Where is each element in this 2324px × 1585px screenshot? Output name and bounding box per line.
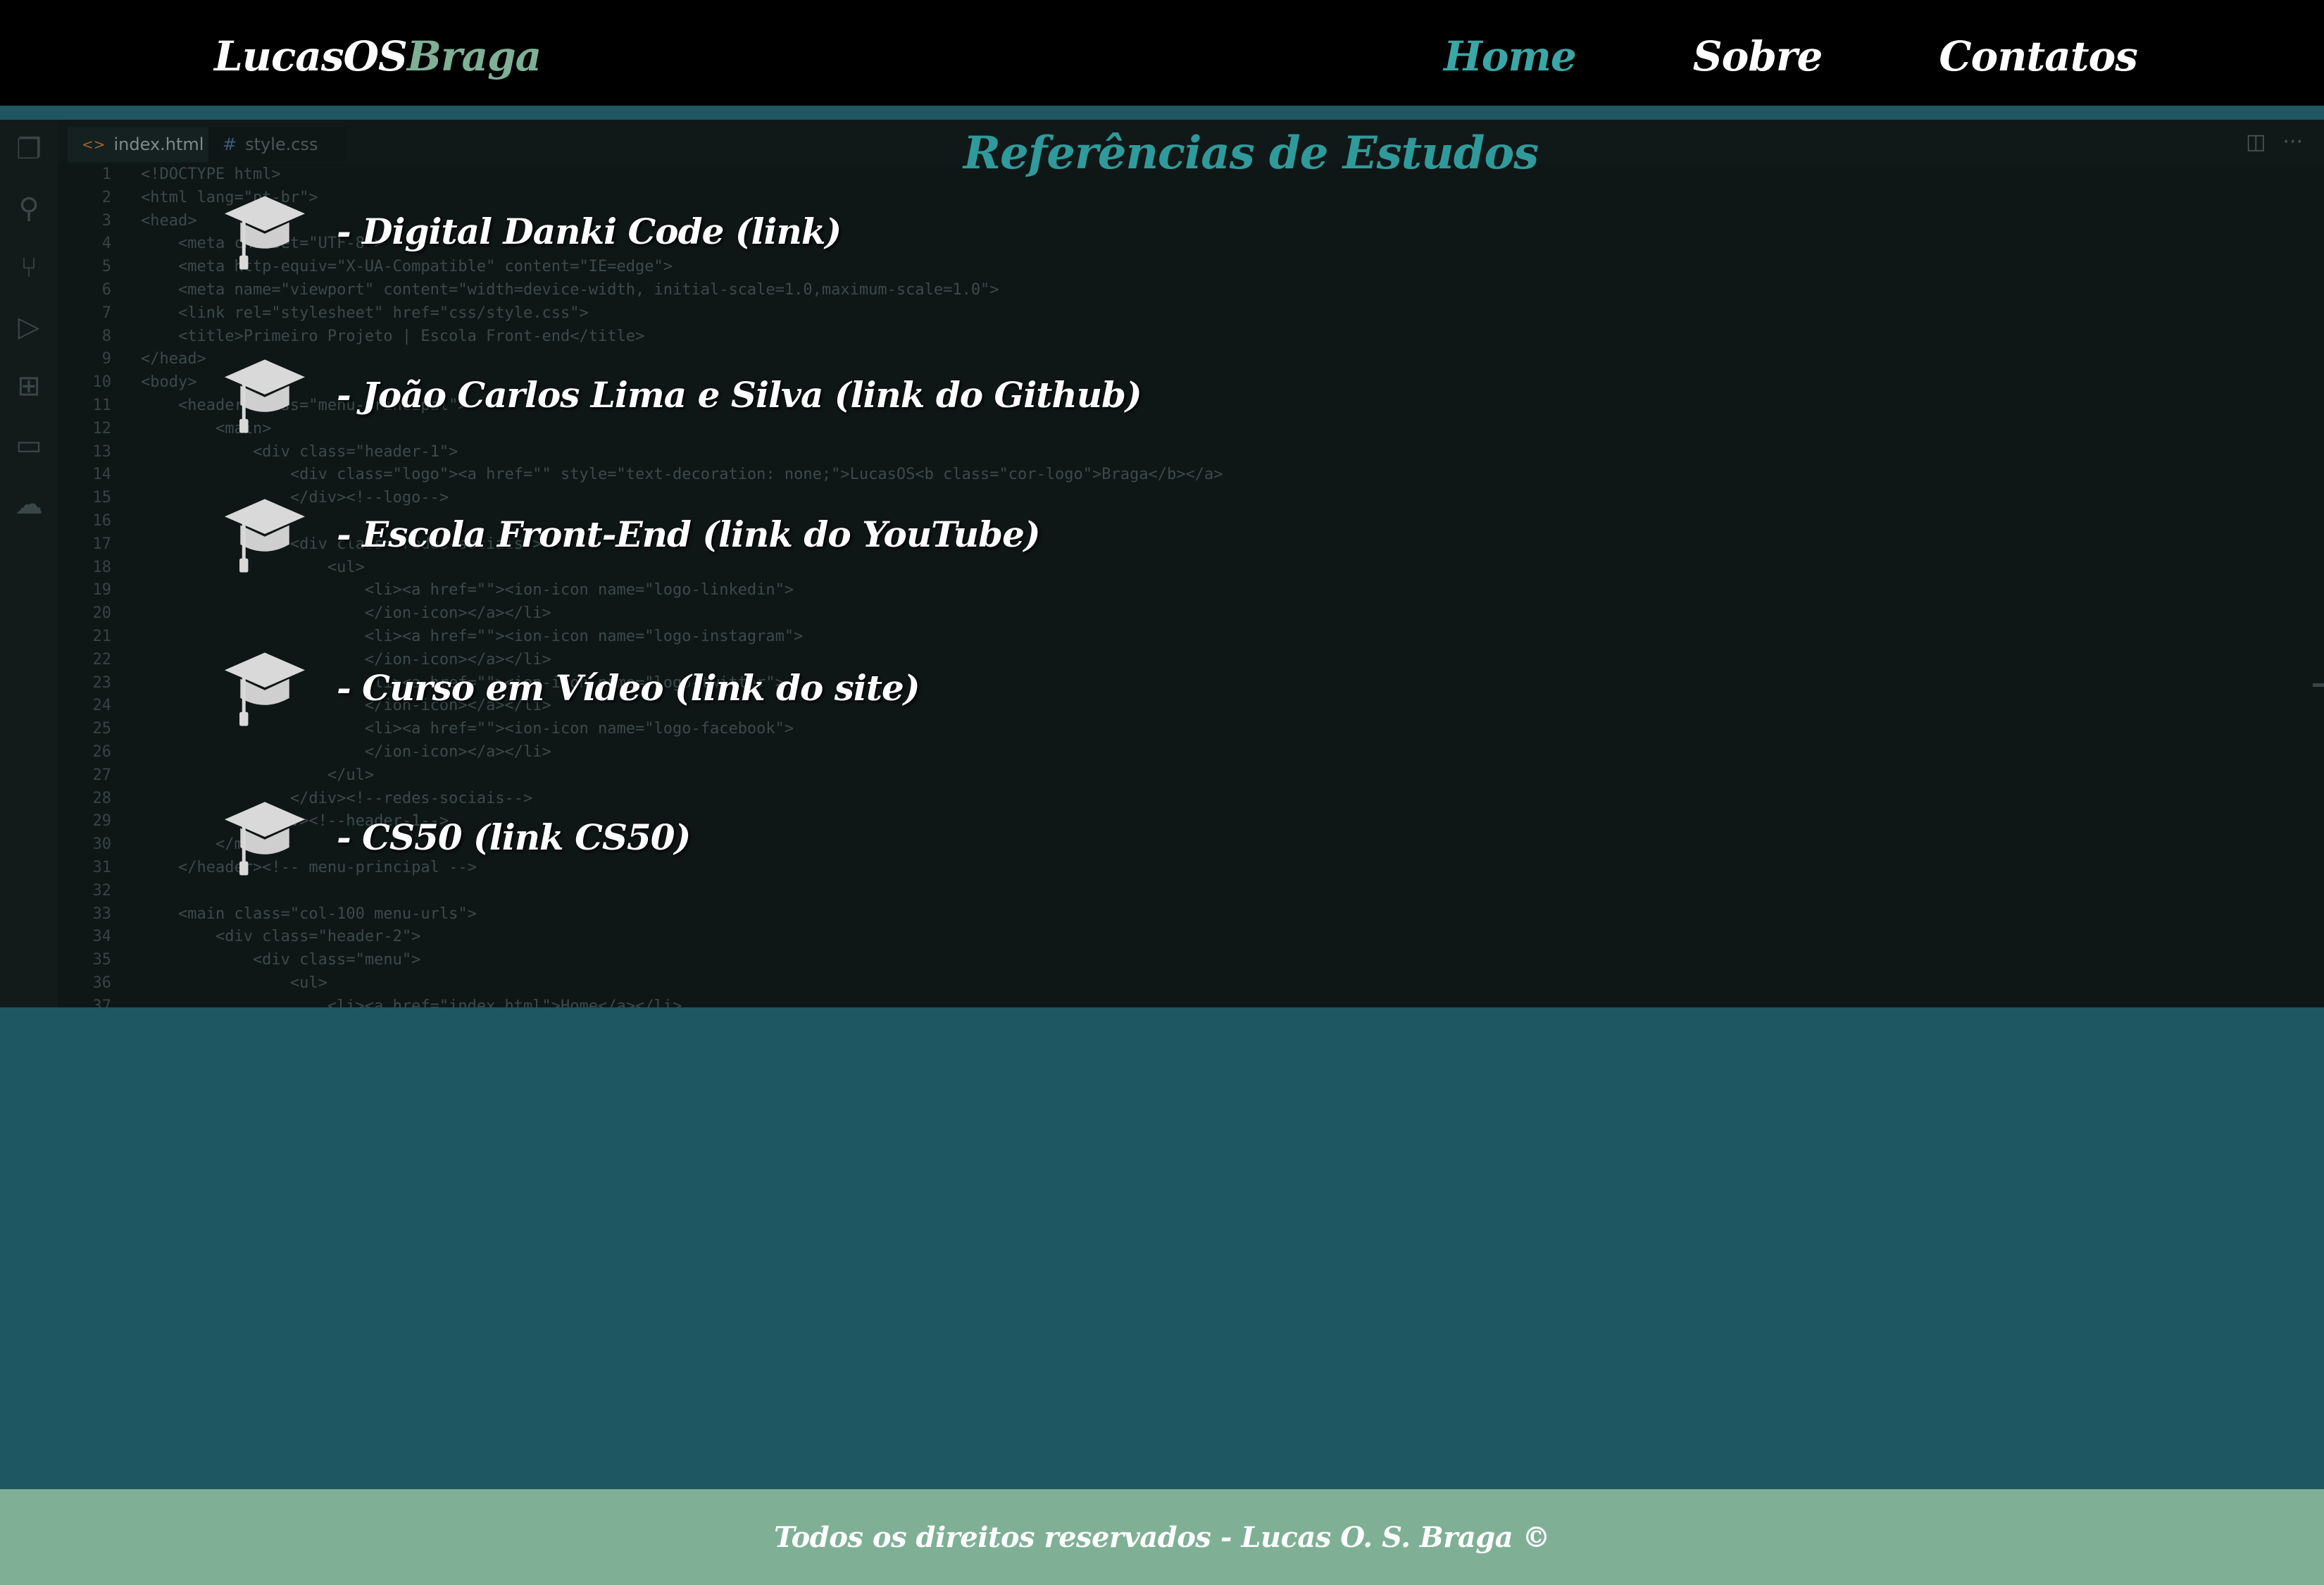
line-number: 36 <box>92 974 112 992</box>
line-number: 29 <box>92 812 112 831</box>
code-line: <ul> <box>141 974 327 992</box>
logo-accent-text: Braga <box>406 32 542 80</box>
source-control-icon: ⑂ <box>20 251 37 284</box>
line-number: 13 <box>92 442 112 461</box>
line-number: 14 <box>92 466 112 484</box>
line-number: 37 <box>92 997 112 1007</box>
line-number: 33 <box>92 905 112 923</box>
reference-link[interactable]: - João Carlos Lima e Silva (link do Gith… <box>337 374 1142 416</box>
line-number: 31 <box>92 858 112 876</box>
line-number: 5 <box>101 258 111 276</box>
line-number: 17 <box>92 535 112 553</box>
main-nav: Home Sobre Contatos <box>1444 32 2254 80</box>
reference-item: - João Carlos Lima e Silva (link do Gith… <box>221 351 1142 438</box>
references-title: Referências de Estudos <box>963 127 1539 180</box>
reference-item: - Curso em Vídeo (link do site) <box>221 644 920 731</box>
line-number: 10 <box>92 373 112 392</box>
line-number: 8 <box>101 327 111 345</box>
graduation-cap-icon <box>224 359 306 433</box>
editor-code-image: <!DOCTYPE html> <html lang="pt-br"> <head>… <box>141 163 2254 1007</box>
line-number: 16 <box>92 511 112 530</box>
line-number: 26 <box>92 742 112 761</box>
graduation-cap-icon <box>224 196 306 270</box>
line-number: 28 <box>92 789 112 807</box>
graduation-cap-icon <box>224 802 306 876</box>
line-number: 6 <box>101 280 111 299</box>
code-line: </ion-icon></a></li> <box>141 742 551 761</box>
line-number: 25 <box>92 720 112 738</box>
line-number: 2 <box>101 188 111 206</box>
code-line: <title>Primeiro Projeto | Escola Front-e… <box>141 327 645 345</box>
graduation-cap-icon <box>224 499 306 573</box>
nav-contatos-link[interactable]: Contatos <box>1939 32 2138 80</box>
code-line: </ion-icon></a></li> <box>141 604 551 623</box>
top-navbar: LucasOSBraga Home Sobre Contatos <box>0 0 2324 113</box>
search-icon: ⚲ <box>18 192 39 225</box>
line-number: 19 <box>92 581 112 599</box>
reference-link[interactable]: - Digital Danki Code (link) <box>337 211 842 252</box>
line-number: 24 <box>92 697 112 715</box>
code-line: <div class="logo"><a href="" style="text… <box>141 466 1223 484</box>
code-line: <div class="header-1"> <box>141 442 458 461</box>
reference-link[interactable]: - CS50 (link CS50) <box>337 816 691 858</box>
line-number: 34 <box>92 928 112 946</box>
nav-sobre-link[interactable]: Sobre <box>1693 32 1823 80</box>
editor-activity-bar-image: ❐ ⚲ ⑂ ▷ ⊞ ▭ ☁ <box>0 120 58 1007</box>
logo-main-text: LucasOS <box>214 32 408 80</box>
line-number: 20 <box>92 604 112 623</box>
line-number: 32 <box>92 881 112 900</box>
code-line: <meta name="viewport" content="width=dev… <box>141 280 999 299</box>
graduation-cap-icon <box>224 652 306 726</box>
line-number: 30 <box>92 835 112 854</box>
reference-item: - Escola Front-End (link do YouTube) <box>221 490 1041 578</box>
site-logo[interactable]: LucasOSBraga <box>214 32 542 80</box>
line-number: 9 <box>101 350 111 368</box>
nav-home-link[interactable]: Home <box>1444 32 1577 80</box>
reference-item: - CS50 (link CS50) <box>221 793 691 881</box>
code-line: <main class="col-100 menu-urls"> <box>141 905 477 923</box>
line-number: 22 <box>92 650 112 669</box>
reference-item: - Digital Danki Code (link) <box>221 187 842 275</box>
line-number: 15 <box>92 489 112 507</box>
line-number: 18 <box>92 558 112 576</box>
code-line: <div class="header-2"> <box>141 928 421 946</box>
editor-line-numbers: 1 2 3 4 5 6 7 8 9 10 11 12 13 14 15 16 17 18 19 20 21 22 23 24 2… <box>58 163 128 1007</box>
docker-icon: ☁ <box>15 488 43 521</box>
line-number: 12 <box>92 419 112 437</box>
hero-section: ❐ ⚲ ⑂ ▷ ⊞ ▭ ☁ <> index.html ✕ # style.cs… <box>0 120 2324 1007</box>
line-number: 3 <box>101 211 111 230</box>
site-footer: Todos os direitos reservados - Lucas O. … <box>0 1489 2324 1585</box>
line-number: 35 <box>92 951 112 969</box>
reference-link[interactable]: - Escola Front-End (link do YouTube) <box>337 514 1041 555</box>
line-number: 11 <box>92 396 112 414</box>
editor-scrollbar-mark <box>2313 683 2324 687</box>
extensions-icon: ⊞ <box>17 370 41 402</box>
remote-explorer-icon: ▭ <box>15 429 42 461</box>
code-line: <div class="menu"> <box>141 951 421 969</box>
line-number: 23 <box>92 673 112 692</box>
reference-link[interactable]: - Curso em Vídeo (link do site) <box>337 667 920 709</box>
code-line: <li><a href="index.html">Home</a></li> <box>141 997 682 1007</box>
run-debug-icon: ▷ <box>18 311 40 343</box>
footer-copyright: Todos os direitos reservados - Lucas O. … <box>773 1520 1551 1554</box>
line-number: 21 <box>92 627 112 645</box>
code-line: </ul> <box>141 766 375 784</box>
line-number: 27 <box>92 766 112 784</box>
code-line: <li><a href=""><ion-icon name="logo-link… <box>141 581 794 599</box>
code-line: <link rel="stylesheet" href="css/style.c… <box>141 304 589 322</box>
line-number: 7 <box>101 304 111 322</box>
line-number: 4 <box>101 235 111 253</box>
